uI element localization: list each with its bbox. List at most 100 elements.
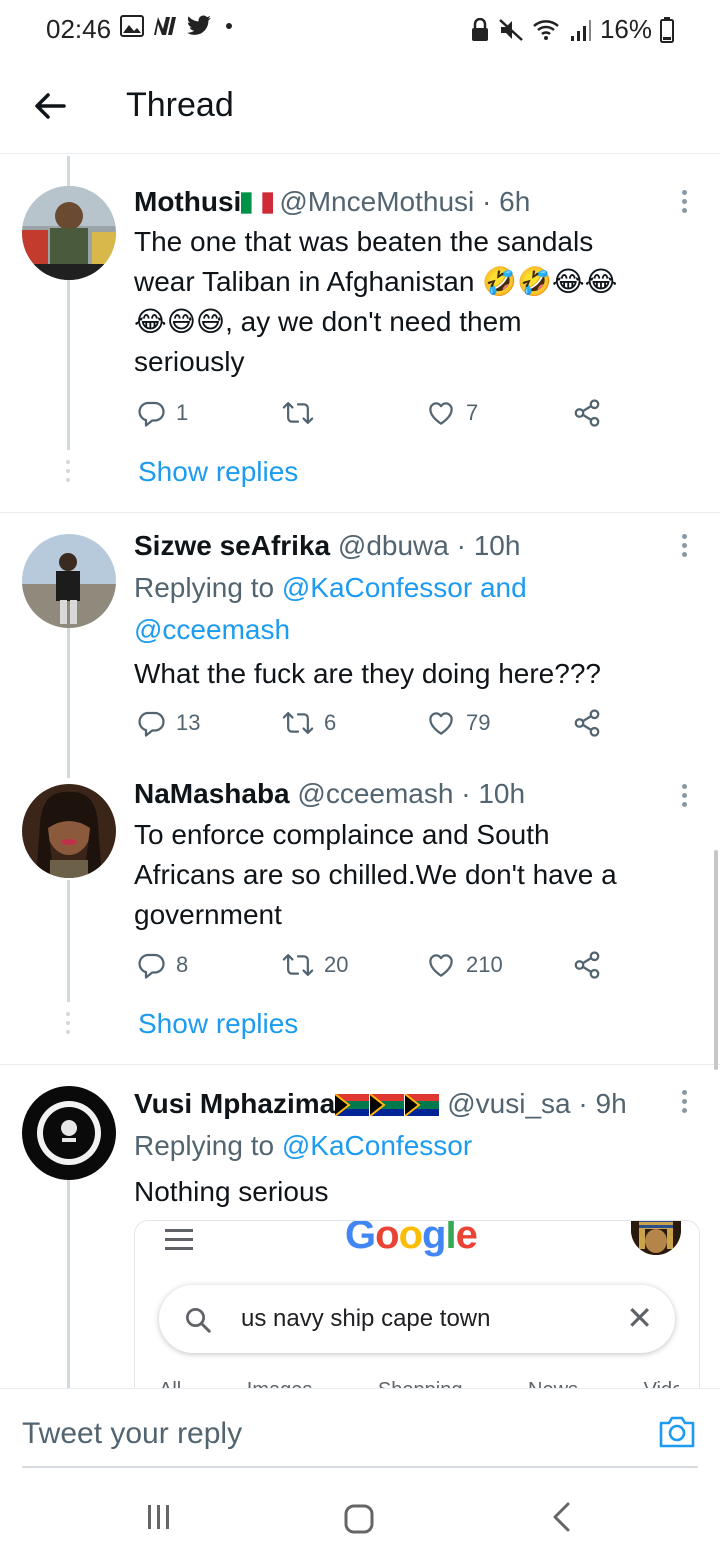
home-icon[interactable] xyxy=(344,1504,374,1534)
share-button[interactable] xyxy=(572,398,602,428)
tweet-actions: 1 7 xyxy=(134,398,614,438)
mention-link[interactable]: @KaConfessor xyxy=(282,1130,472,1161)
show-replies-link[interactable]: Show replies xyxy=(138,1008,298,1040)
scrollbar[interactable] xyxy=(714,850,718,1070)
camera-icon[interactable] xyxy=(658,1415,696,1449)
reply-bar: Tweet your reply xyxy=(0,1388,720,1478)
avatar[interactable] xyxy=(22,784,116,878)
tweet-header: Mothusi @MnceMothusi · 6h xyxy=(134,186,530,221)
divider xyxy=(0,512,720,513)
reply-icon xyxy=(138,401,165,427)
thread-line xyxy=(67,156,70,186)
tweet-text-line: 😂😅😅, ay we don't need them xyxy=(134,306,522,337)
like-button[interactable]: 210 xyxy=(426,950,503,980)
notification-icons xyxy=(120,15,232,37)
display-name[interactable]: NaMashaba xyxy=(134,778,290,809)
share-icon xyxy=(574,399,600,427)
thread-gap-dots xyxy=(66,1012,70,1039)
tweet-time[interactable]: · 9h xyxy=(578,1088,626,1119)
tweet-text: Nothing serious xyxy=(134,1176,329,1207)
recent-apps-icon[interactable] xyxy=(146,1504,172,1530)
flag-icon xyxy=(241,189,274,221)
account-avatar xyxy=(631,1221,681,1255)
user-handle[interactable]: @MnceMothusi xyxy=(279,186,474,217)
more-icon[interactable] xyxy=(682,534,690,561)
like-icon xyxy=(429,954,453,977)
more-icon[interactable] xyxy=(682,1090,690,1117)
thread-line xyxy=(67,1180,70,1390)
like-icon xyxy=(429,712,453,735)
tweet-header: Vusi Mphazima @vusi_sa · 9h xyxy=(134,1088,627,1123)
tweet-actions: 13 6 79 xyxy=(134,708,614,748)
google-logo-letter: g xyxy=(422,1220,446,1257)
gallery-icon xyxy=(120,15,144,37)
status-time: 02:46 xyxy=(46,14,112,44)
retweet-button[interactable]: 6 xyxy=(282,708,336,738)
like-button[interactable]: 79 xyxy=(426,708,490,738)
tweet-image[interactable]: Google us navy ship cape town ✕ All Imag… xyxy=(134,1220,700,1388)
back-nav-icon[interactable] xyxy=(550,1502,572,1532)
like-count: 7 xyxy=(466,400,479,425)
google-tabs: All Images Shopping News Videos M xyxy=(159,1379,679,1388)
retweet-button[interactable] xyxy=(282,398,324,428)
twitter-icon xyxy=(187,15,211,35)
reply-button[interactable]: 1 xyxy=(136,398,188,428)
divider xyxy=(0,1064,720,1065)
reply-input[interactable]: Tweet your reply xyxy=(22,1417,242,1451)
tweet-time[interactable]: · 6h xyxy=(482,186,530,217)
lock-icon xyxy=(471,17,488,41)
thread-gap-dots xyxy=(66,460,70,487)
retweet-icon xyxy=(282,712,314,734)
display-name[interactable]: Vusi Mphazima xyxy=(134,1088,335,1119)
google-logo-letter: e xyxy=(455,1220,478,1257)
back-arrow-icon[interactable] xyxy=(30,86,70,126)
google-logo-letter: G xyxy=(345,1220,376,1257)
tweet-time[interactable]: · 10h xyxy=(461,778,525,809)
retweet-icon xyxy=(282,402,314,424)
reply-icon xyxy=(138,711,165,737)
avatar[interactable] xyxy=(22,1086,116,1180)
user-handle[interactable]: @cceemash xyxy=(297,778,453,809)
system-icons: 16% xyxy=(470,14,674,45)
battery-percent: 16% xyxy=(599,14,652,44)
tweet-text-line: wear Taliban in Afghanistan 🤣🤣😂😂 xyxy=(134,266,618,297)
status-bar: 02:46 16% xyxy=(0,0,720,60)
hamburger-menu-icon xyxy=(165,1229,193,1256)
more-icon[interactable] xyxy=(682,784,690,811)
tweet-time[interactable]: · 10h xyxy=(457,530,521,561)
user-handle[interactable]: @vusi_sa xyxy=(447,1088,570,1119)
show-replies-link[interactable]: Show replies xyxy=(138,456,298,488)
tweet-text-line: government xyxy=(134,899,282,930)
reply-button[interactable]: 13 xyxy=(136,708,200,738)
replying-and: and xyxy=(472,572,527,603)
wifi-icon xyxy=(533,19,559,40)
more-icon[interactable] xyxy=(682,190,690,217)
display-name[interactable]: Mothusi xyxy=(134,186,241,217)
google-logo-text: Google xyxy=(345,1220,478,1257)
mention-link[interactable]: @cceemash xyxy=(134,614,290,645)
retweet-count: 6 xyxy=(324,710,337,735)
reply-button[interactable]: 8 xyxy=(136,950,188,980)
avatar[interactable] xyxy=(22,186,116,280)
google-search-box: us navy ship cape town ✕ xyxy=(159,1285,675,1353)
share-icon xyxy=(574,709,600,737)
user-handle[interactable]: @dbuwa xyxy=(338,530,449,561)
reply-count: 13 xyxy=(176,710,201,735)
tweet-text: The one that was beaten the sandals wear… xyxy=(134,222,694,382)
mention-link[interactable]: @KaConfessor xyxy=(282,572,472,603)
share-button[interactable] xyxy=(572,708,602,738)
share-button[interactable] xyxy=(572,950,602,980)
thread-header: Thread xyxy=(0,60,720,154)
avatar[interactable] xyxy=(22,534,116,628)
thread-line xyxy=(67,880,70,1002)
news-icon xyxy=(154,17,176,35)
tweet-text-line: Africans are so chilled.We don't have a xyxy=(134,859,617,890)
reply-count: 8 xyxy=(176,952,189,977)
google-logo: Google xyxy=(345,1220,478,1258)
display-name[interactable]: Sizwe seAfrika xyxy=(134,530,330,561)
like-icon xyxy=(429,402,453,425)
tweet-header: NaMashaba @cceemash · 10h xyxy=(134,778,525,810)
like-button[interactable]: 7 xyxy=(426,398,478,428)
retweet-button[interactable]: 20 xyxy=(282,950,348,980)
search-query: us navy ship cape town xyxy=(241,1305,491,1332)
